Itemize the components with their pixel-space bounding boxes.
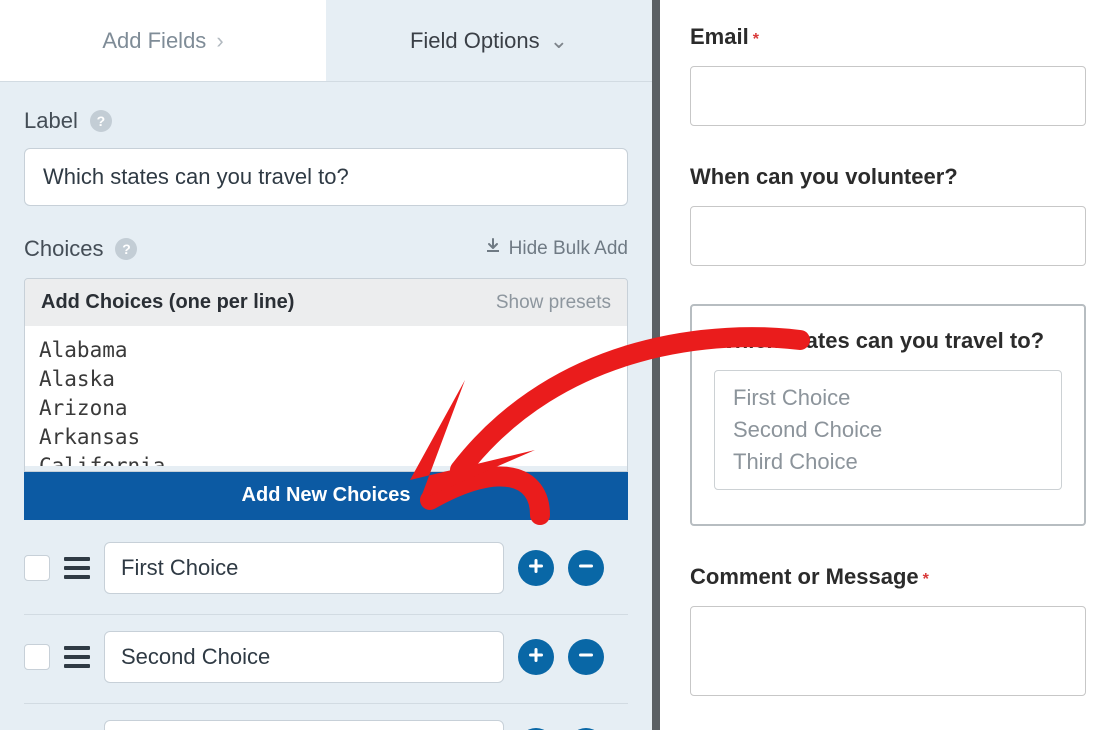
preview-states-label: Which states can you travel to? [714, 328, 1062, 354]
options-pane: Label ? Choices ? Hide Bulk Add Add Choi… [0, 82, 652, 730]
minus-icon [577, 646, 595, 669]
choice-row [24, 704, 628, 730]
hide-bulk-add-link[interactable]: Hide Bulk Add [485, 238, 628, 260]
default-checkbox[interactable] [24, 644, 50, 670]
required-asterisk: * [923, 571, 929, 588]
help-icon[interactable]: ? [90, 110, 112, 132]
panel-tabs: Add Fields › Field Options ⌄ [0, 0, 652, 82]
preview-states-listbox[interactable]: First Choice Second Choice Third Choice [714, 370, 1062, 490]
preview-option[interactable]: First Choice [733, 385, 1043, 411]
preview-comment-field: Comment or Message* [690, 564, 1086, 696]
choice-input[interactable] [104, 720, 504, 730]
label-heading: Label [24, 108, 78, 134]
remove-choice-button[interactable] [568, 639, 604, 675]
remove-choice-button[interactable] [568, 550, 604, 586]
preview-email-field: Email* [690, 24, 1086, 126]
tab-add-fields-label: Add Fields [102, 28, 206, 54]
choice-row [24, 526, 628, 615]
minus-icon [577, 557, 595, 580]
drag-handle-icon[interactable] [64, 557, 90, 579]
preview-volunteer-label: When can you volunteer? [690, 164, 958, 189]
choice-row [24, 615, 628, 704]
chevron-right-icon: › [216, 28, 223, 54]
plus-icon [527, 557, 545, 580]
preview-option[interactable]: Third Choice [733, 449, 1043, 475]
form-preview: Email* When can you volunteer? Which sta… [652, 0, 1116, 730]
tab-add-fields[interactable]: Add Fields › [0, 0, 326, 82]
preview-email-input[interactable] [690, 66, 1086, 126]
default-checkbox[interactable] [24, 555, 50, 581]
help-icon[interactable]: ? [115, 238, 137, 260]
bulk-choices-textarea[interactable]: Alabama Alaska Arizona Arkansas Californ… [25, 326, 627, 466]
required-asterisk: * [753, 31, 759, 48]
choices-heading: Choices [24, 236, 103, 262]
preview-states-field[interactable]: Which states can you travel to? First Ch… [690, 304, 1086, 526]
field-options-panel: Add Fields › Field Options ⌄ Label ? Cho… [0, 0, 660, 730]
bulk-add-box: Add Choices (one per line) Show presets … [24, 278, 628, 472]
choice-input[interactable] [104, 542, 504, 594]
preview-option[interactable]: Second Choice [733, 417, 1043, 443]
add-choice-button[interactable] [518, 639, 554, 675]
hide-bulk-add-label: Hide Bulk Add [509, 238, 628, 260]
tab-field-options-label: Field Options [410, 28, 540, 54]
chevron-down-icon: ⌄ [550, 28, 568, 54]
choice-input[interactable] [104, 631, 504, 683]
preview-comment-textarea[interactable] [690, 606, 1086, 696]
download-icon [485, 238, 501, 260]
preview-volunteer-field: When can you volunteer? [690, 164, 1086, 266]
plus-icon [527, 646, 545, 669]
preview-comment-label: Comment or Message [690, 564, 919, 589]
bulk-title: Add Choices (one per line) [41, 291, 294, 314]
preview-volunteer-input[interactable] [690, 206, 1086, 266]
show-presets-link[interactable]: Show presets [496, 292, 611, 314]
drag-handle-icon[interactable] [64, 646, 90, 668]
add-choice-button[interactable] [518, 550, 554, 586]
choices-list [24, 526, 628, 730]
field-label-input[interactable] [24, 148, 628, 206]
preview-email-label: Email [690, 24, 749, 49]
add-new-choices-button[interactable]: Add New Choices [24, 472, 628, 520]
tab-field-options[interactable]: Field Options ⌄ [326, 0, 652, 82]
